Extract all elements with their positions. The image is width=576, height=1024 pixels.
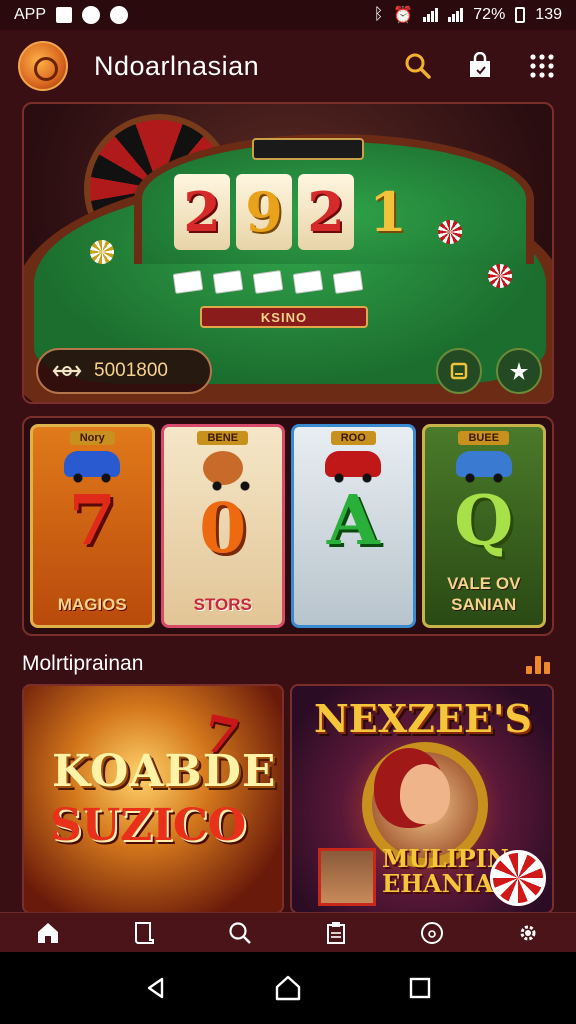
- slot-card[interactable]: Nory 7 MAGIOS: [30, 424, 155, 628]
- bottom-tab-bar: [0, 912, 576, 952]
- home-nav-icon: [275, 975, 301, 1001]
- slot-tag: BENE: [197, 431, 249, 445]
- slot-symbol: 0: [199, 489, 247, 569]
- bag-button[interactable]: [464, 50, 496, 82]
- support-icon: [421, 921, 443, 944]
- grid-menu-icon: [530, 54, 554, 78]
- wallet-button[interactable]: [436, 348, 482, 394]
- app-logo[interactable]: [18, 41, 68, 91]
- search-button[interactable]: [402, 50, 434, 82]
- section-title: Molrtiprainan: [22, 652, 144, 675]
- tab-tasks[interactable]: [318, 915, 354, 951]
- slot-tag: ROO: [330, 431, 376, 445]
- tab-library[interactable]: [126, 915, 162, 951]
- reel-1: 2: [174, 174, 230, 250]
- slot-label: MAGIOS: [57, 594, 127, 614]
- system-nav-bar: [0, 952, 576, 1024]
- book-icon: [135, 921, 154, 944]
- chip-stack: [488, 264, 512, 288]
- promo-right-title: NEXZEE'S: [314, 696, 532, 741]
- slot-symbol: A: [326, 481, 380, 561]
- slot-card[interactable]: ROO A: [291, 424, 416, 628]
- tab-support[interactable]: [414, 915, 450, 951]
- reel-3: 2: [298, 174, 354, 250]
- casino-chip-image: [490, 850, 546, 906]
- portrait-image: [318, 848, 376, 906]
- slot-symbol: 7: [68, 481, 116, 561]
- status-app-label: APP: [14, 6, 47, 23]
- reel-2: 9: [236, 174, 292, 250]
- slot-card[interactable]: BUEE Q VALE OV SANIAN: [421, 424, 546, 628]
- recents-icon: [409, 977, 431, 999]
- signal-icon-2: [448, 8, 464, 22]
- tab-home[interactable]: [30, 915, 66, 951]
- alarm-icon: ⏰: [393, 7, 414, 24]
- hero-banner[interactable]: 2 9 2 1 KSINO 5001800: [22, 102, 554, 404]
- search-icon: [229, 921, 251, 944]
- slot-tag: Nory: [69, 431, 115, 445]
- character-image: [400, 764, 450, 824]
- bag-icon: [470, 52, 490, 77]
- mascot-icon: [202, 451, 251, 491]
- bluetooth-icon: ᛒ: [373, 6, 384, 23]
- slot-games-strip: Nory 7 MAGIOS BENE 0 STORS ROO A BUEE Q …: [22, 416, 554, 636]
- tab-search[interactable]: [222, 915, 258, 951]
- slot-symbol: Q: [454, 481, 514, 561]
- search-icon: [405, 53, 431, 79]
- car-icon: [64, 451, 121, 483]
- car-icon: [455, 451, 512, 483]
- card: [332, 270, 364, 294]
- chart-icon[interactable]: [526, 656, 550, 674]
- settings-icon: [520, 925, 536, 940]
- notification-status-icon: [110, 6, 129, 24]
- card: [172, 270, 204, 294]
- card: [212, 270, 244, 294]
- back-icon: [147, 977, 164, 999]
- grid-menu-button[interactable]: [526, 50, 558, 82]
- status-bar: APP ᛒ ⏰ 72% 139: [0, 0, 576, 30]
- record-status-icon: [82, 6, 101, 24]
- app-header: Ndoarlnasian: [0, 30, 576, 102]
- favorite-button[interactable]: [496, 348, 542, 394]
- promo-tile-right[interactable]: NEXZEE'S MULIPIN EHANIAS: [290, 684, 554, 914]
- battery-icon: [515, 7, 526, 23]
- tab-settings[interactable]: [510, 915, 546, 951]
- wallet-icon: [450, 362, 468, 380]
- table-plate: KSINO: [200, 306, 368, 328]
- promo-left-line2: SUZICO: [50, 800, 247, 851]
- promo-tile-left[interactable]: 7 KOABDE SUZICO: [22, 684, 284, 914]
- swap-arrows-icon: [52, 365, 82, 377]
- battery-percent: 72%: [473, 6, 506, 23]
- car-icon: [325, 451, 382, 483]
- bet-amount-pill[interactable]: 5001800: [36, 348, 212, 394]
- promo-left-line1: KOABDE: [52, 746, 277, 797]
- slot-display: [252, 138, 364, 160]
- bet-amount: 5001800: [94, 360, 168, 381]
- home-button[interactable]: [268, 968, 308, 1008]
- chip-stack: [438, 220, 462, 244]
- signal-icon: [423, 8, 439, 22]
- slot-tag: BUEE: [458, 431, 510, 445]
- gallery-status-icon: [56, 7, 73, 23]
- back-button[interactable]: [136, 968, 176, 1008]
- card: [292, 270, 324, 294]
- reel-4: 1: [369, 180, 407, 244]
- card: [252, 270, 284, 294]
- clipboard-icon: [327, 921, 345, 944]
- recents-button[interactable]: [400, 968, 440, 1008]
- chip-stack: [90, 240, 114, 264]
- star-icon: [510, 362, 528, 380]
- playing-cards: [172, 270, 364, 294]
- slot-card[interactable]: BENE 0 STORS: [160, 424, 285, 628]
- clock: 139: [535, 6, 562, 23]
- slot-label: STORS: [193, 594, 252, 614]
- home-icon: [38, 922, 58, 943]
- slot-reels: 2 9 2 1: [174, 174, 416, 250]
- slot-label: VALE OV SANIAN: [447, 574, 521, 614]
- app-title: Ndoarlnasian: [94, 50, 260, 81]
